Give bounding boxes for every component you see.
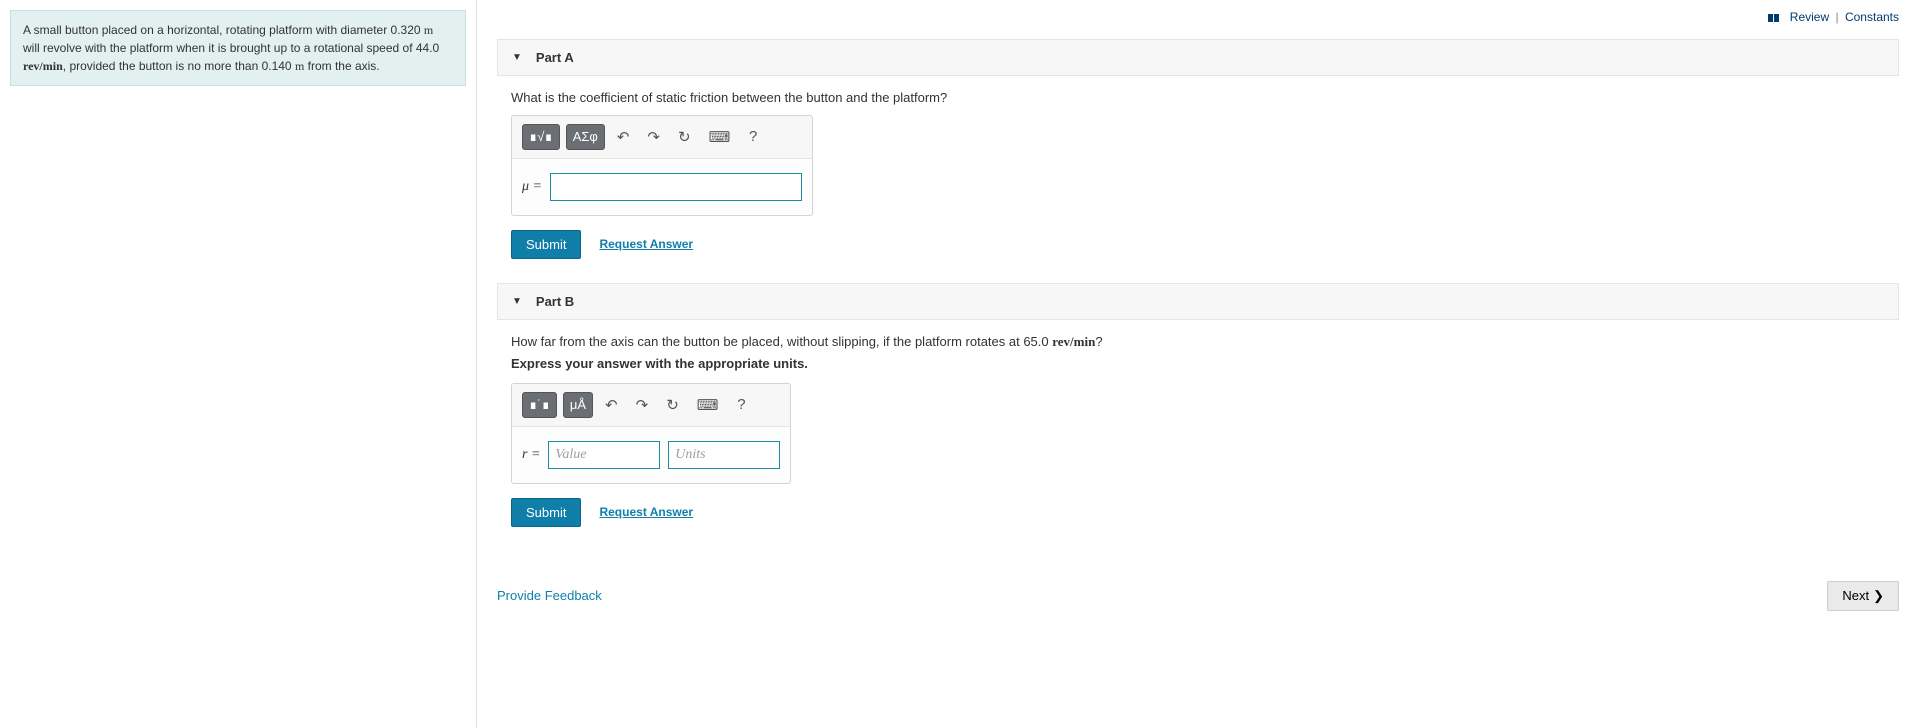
part-a-answer-box: ∎√∎ ΑΣφ ↶ ↷ ↻ ⌨ ? μ =: [511, 115, 813, 216]
problem-text: A small button placed on a horizontal, r…: [23, 23, 424, 37]
reset-icon[interactable]: ↻: [660, 392, 685, 418]
templates-button[interactable]: ∎˙∎: [522, 392, 557, 418]
part-b-value-input[interactable]: [548, 441, 660, 469]
provide-feedback-link[interactable]: Provide Feedback: [497, 588, 602, 603]
part-a-answer-row: μ =: [512, 159, 812, 215]
problem-text: will revolve with the platform when it i…: [23, 41, 439, 55]
units-button[interactable]: μÅ: [563, 392, 593, 418]
part-a-submit-button[interactable]: Submit: [511, 230, 581, 259]
separator: |: [1836, 10, 1839, 24]
footer-row: Provide Feedback Next ❯: [497, 581, 1899, 611]
review-icon: [1768, 11, 1780, 25]
part-a-header[interactable]: ▼ Part A: [497, 39, 1899, 76]
next-label: Next: [1842, 588, 1869, 603]
right-panel: Review | Constants ▼ Part A What is the …: [477, 0, 1919, 728]
part-b-toolbar: ∎˙∎ μÅ ↶ ↷ ↻ ⌨ ?: [512, 384, 790, 427]
unit-m: m: [424, 23, 433, 37]
constants-link[interactable]: Constants: [1845, 10, 1899, 24]
help-icon[interactable]: ?: [742, 124, 764, 150]
keyboard-icon[interactable]: ⌨: [691, 392, 725, 418]
greek-button[interactable]: ΑΣφ: [566, 124, 605, 150]
review-link[interactable]: Review: [1790, 10, 1829, 24]
help-icon[interactable]: ?: [730, 392, 752, 418]
part-b-title: Part B: [536, 294, 574, 309]
reset-icon[interactable]: ↻: [672, 124, 697, 150]
part-b-request-answer[interactable]: Request Answer: [599, 505, 693, 519]
part-a-body: What is the coefficient of static fricti…: [497, 76, 1899, 283]
next-button[interactable]: Next ❯: [1827, 581, 1899, 611]
chevron-right-icon: ❯: [1873, 588, 1884, 604]
top-links: Review | Constants: [497, 10, 1899, 25]
undo-icon[interactable]: ↶: [599, 392, 624, 418]
problem-text: from the axis.: [304, 59, 379, 73]
part-a-toolbar: ∎√∎ ΑΣφ ↶ ↷ ↻ ⌨ ?: [512, 116, 812, 159]
part-b-var-label: r =: [522, 447, 540, 463]
unit-m: m: [295, 59, 304, 73]
part-b-instruction: Express your answer with the appropriate…: [511, 356, 1885, 371]
part-a-request-answer[interactable]: Request Answer: [599, 237, 693, 251]
problem-text: , provided the button is no more than 0.…: [63, 59, 295, 73]
part-b-body: How far from the axis can the button be …: [497, 320, 1899, 551]
part-a-title: Part A: [536, 50, 574, 65]
part-a-answer-input[interactable]: [550, 173, 802, 201]
redo-icon[interactable]: ↷: [641, 124, 666, 150]
problem-statement: A small button placed on a horizontal, r…: [10, 10, 466, 86]
caret-down-icon: ▼: [512, 296, 522, 307]
part-a-actions: Submit Request Answer: [511, 230, 1885, 259]
part-b-units-input[interactable]: [668, 441, 780, 469]
unit-revmin: rev/min: [23, 59, 63, 73]
part-b-question: How far from the axis can the button be …: [511, 334, 1885, 350]
part-b-actions: Submit Request Answer: [511, 498, 1885, 527]
part-a-question: What is the coefficient of static fricti…: [511, 90, 1885, 105]
templates-button[interactable]: ∎√∎: [522, 124, 560, 150]
keyboard-icon[interactable]: ⌨: [703, 124, 737, 150]
part-b-submit-button[interactable]: Submit: [511, 498, 581, 527]
part-b-answer-row: r =: [512, 427, 790, 483]
redo-icon[interactable]: ↷: [630, 392, 655, 418]
caret-down-icon: ▼: [512, 52, 522, 63]
undo-icon[interactable]: ↶: [611, 124, 636, 150]
part-b-header[interactable]: ▼ Part B: [497, 283, 1899, 320]
left-panel: A small button placed on a horizontal, r…: [0, 0, 477, 728]
part-a-var-label: μ =: [522, 179, 542, 195]
part-b-answer-box: ∎˙∎ μÅ ↶ ↷ ↻ ⌨ ? r =: [511, 383, 791, 484]
